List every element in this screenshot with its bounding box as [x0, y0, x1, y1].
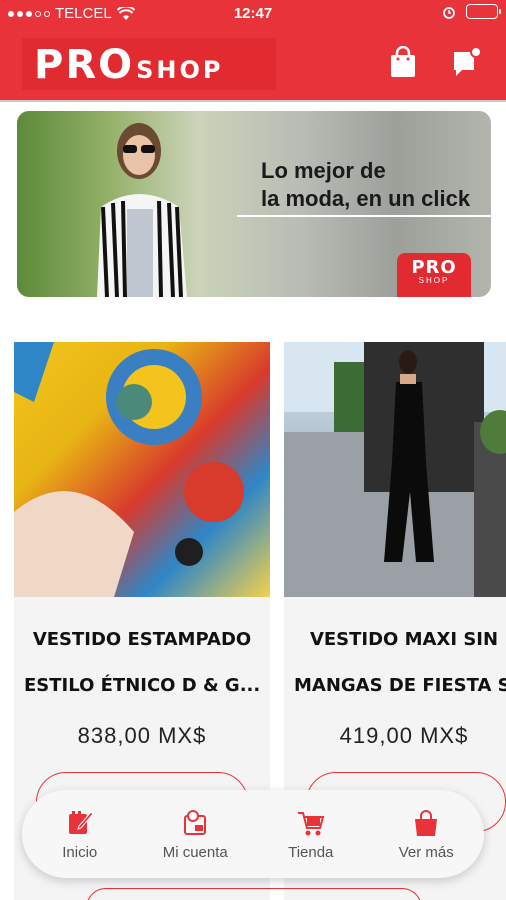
cart-icon — [297, 811, 325, 835]
shopping-bag-icon[interactable] — [388, 46, 418, 78]
product-title: VESTIDO MAXI SIN MANGAS DE FIESTA SE... — [284, 617, 506, 709]
banner-divider — [237, 215, 491, 217]
bag-icon — [415, 809, 438, 836]
banner-line-2: la moda, en un click — [261, 186, 471, 211]
nav-label: Ver más — [398, 843, 454, 861]
bottom-nav: Inicio Mi cuenta Tienda Ver más — [22, 790, 484, 878]
alarm-icon — [443, 6, 455, 19]
product-image[interactable] — [14, 342, 270, 597]
ethnic-print-pattern — [14, 342, 244, 597]
banner-model-image — [97, 123, 187, 297]
banner-line-1: Lo mejor de — [261, 158, 386, 183]
banner-logo-shop: SHOP — [418, 276, 450, 285]
logo-shop: SHOP — [136, 56, 224, 84]
status-bar: TELCEL 12:47 — [0, 0, 506, 28]
nav-item-inicio[interactable]: Inicio — [30, 808, 130, 861]
nav-label: Tienda — [288, 843, 334, 861]
partial-button-outline — [86, 888, 422, 900]
account-icon — [184, 809, 207, 835]
promo-banner[interactable]: Lo mejor de la moda, en un click PRO SHO… — [17, 111, 491, 297]
nav-item-ver-mas[interactable]: Ver más — [376, 808, 476, 861]
battery-icon — [466, 4, 501, 19]
nav-item-tienda[interactable]: Tienda — [261, 808, 361, 861]
black-dress-photo — [284, 342, 506, 597]
app-header: PRO SHOP — [0, 28, 506, 102]
product-price: 419,00 MX$ — [339, 723, 469, 748]
product-title: VESTIDO ESTAMPADO ESTILO ÉTNICO D & G... — [14, 617, 270, 709]
logo-pro: PRO — [34, 42, 135, 88]
chat-icon[interactable] — [452, 46, 482, 78]
banner-logo: PRO SHOP — [397, 253, 471, 297]
product-title-line-1: VESTIDO ESTAMPADO — [32, 629, 252, 650]
status-time: 12:47 — [233, 5, 273, 22]
banner-logo-pro: PRO — [411, 257, 457, 278]
banner-headline: Lo mejor de la moda, en un click — [261, 157, 470, 213]
proshop-logo[interactable]: PRO SHOP — [22, 38, 276, 90]
product-image[interactable] — [284, 342, 506, 597]
product-title-line-2: ESTILO ÉTNICO D & G... — [24, 675, 261, 696]
nav-item-mi-cuenta[interactable]: Mi cuenta — [145, 808, 245, 861]
nav-label: Inicio — [62, 843, 98, 861]
nav-label: Mi cuenta — [162, 843, 228, 861]
status-right — [442, 4, 501, 19]
product-price: 838,00 MX$ — [77, 723, 207, 748]
notepad-icon — [68, 810, 94, 834]
product-title-line-1: VESTIDO MAXI SIN — [309, 629, 499, 650]
product-title-line-2: MANGAS DE FIESTA SE... — [294, 675, 506, 696]
